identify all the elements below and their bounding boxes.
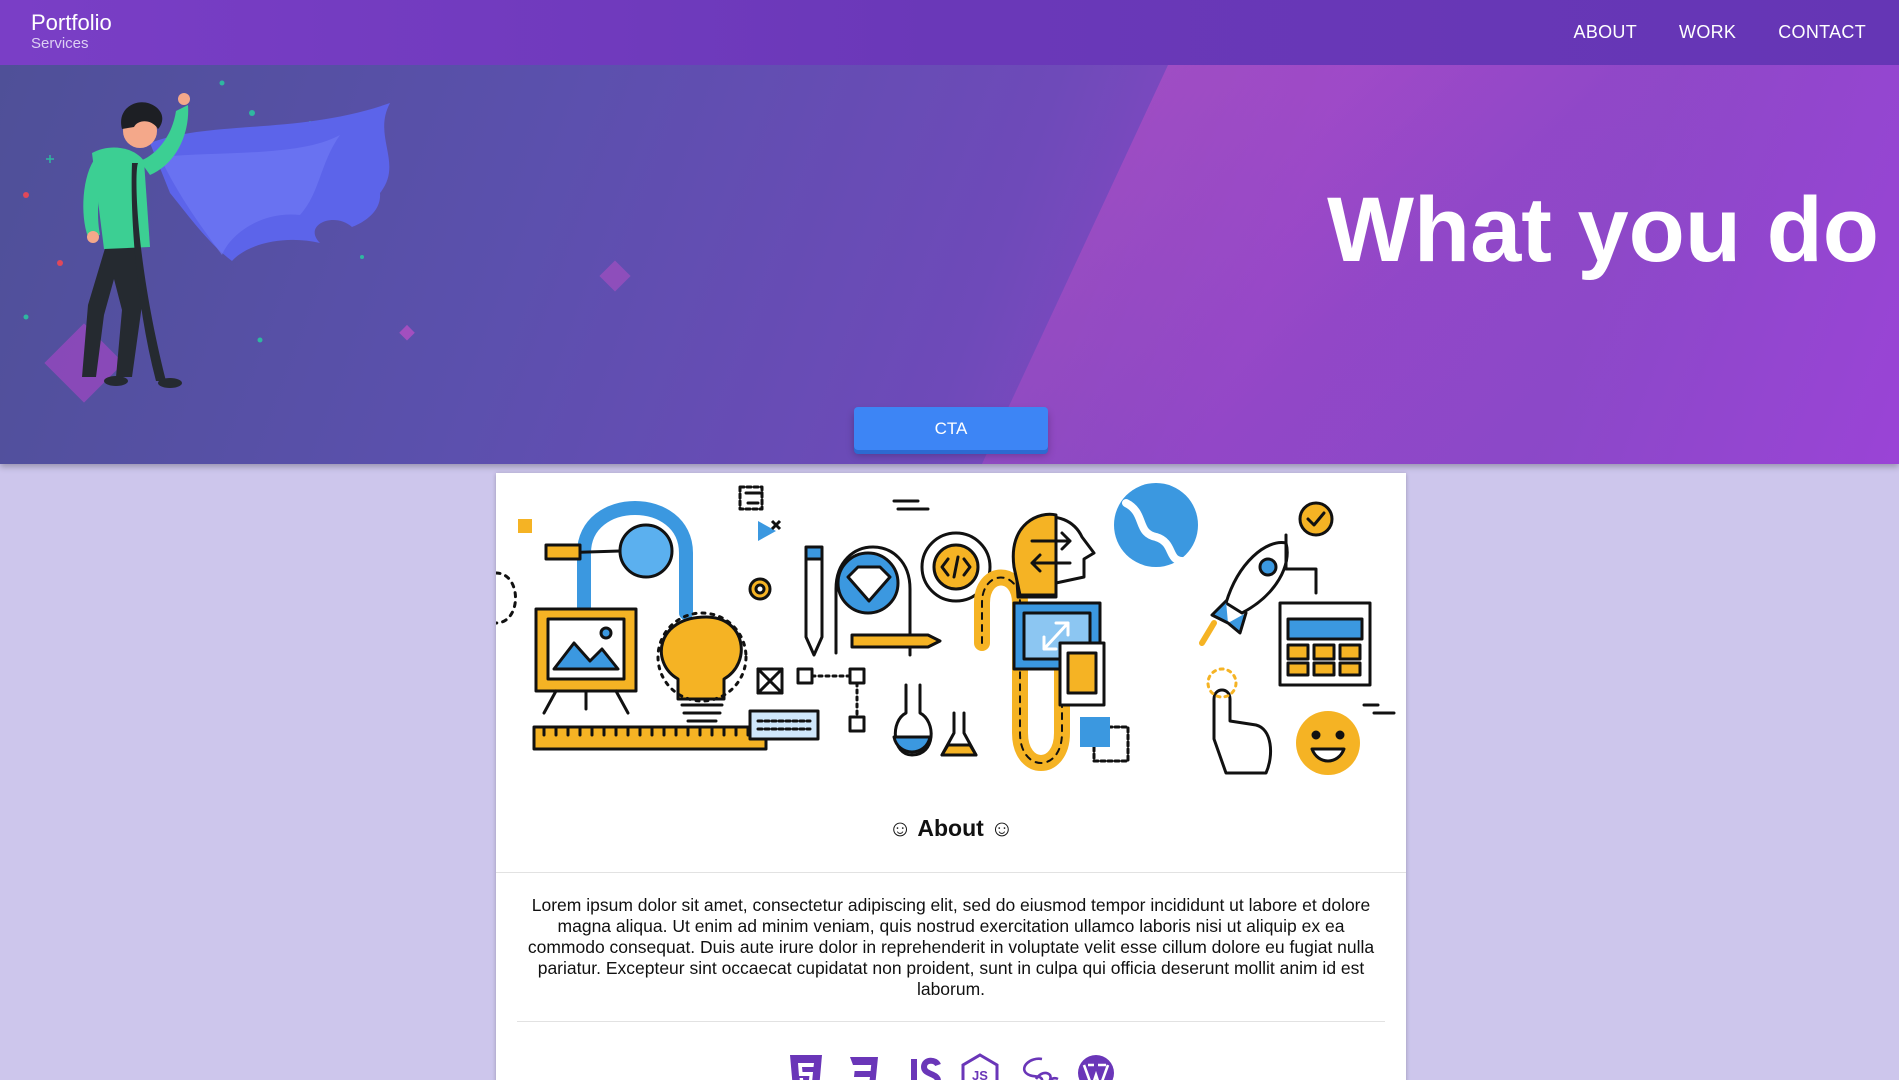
brand-subtitle: Services (31, 35, 89, 52)
javascript-icon (911, 1057, 941, 1080)
top-app-bar: Portfolio Services ABOUT WORK CONTACT (0, 0, 1899, 65)
cta-button[interactable]: CTA (854, 407, 1048, 450)
divider (496, 872, 1406, 873)
tech-icons-row: JS (496, 1053, 1406, 1080)
brand[interactable]: Portfolio Services (31, 11, 112, 53)
divider (517, 1021, 1385, 1022)
hero-with-cape-icon (23, 80, 415, 403)
nav-work-link[interactable]: WORK (1679, 22, 1736, 43)
main-nav: ABOUT WORK CONTACT (1574, 0, 1866, 65)
css3-icon (850, 1057, 878, 1080)
decor-diamond (599, 260, 631, 292)
about-card: ☺ About ☺ Lorem ipsum dolor sit amet, co… (496, 473, 1406, 1080)
hero-title: What you do (1327, 179, 1879, 281)
sass-icon (1022, 1057, 1059, 1080)
nav-about-link[interactable]: ABOUT (1574, 22, 1638, 43)
about-title: ☺ About ☺ (888, 815, 1014, 841)
wordpress-icon (1078, 1055, 1114, 1080)
svg-text:JS: JS (972, 1068, 988, 1080)
brand-title: Portfolio (31, 10, 112, 35)
html5-icon (790, 1055, 822, 1080)
web-development-line-art-icon (496, 483, 1396, 775)
about-body-text: Lorem ipsum dolor sit amet, consectetur … (527, 895, 1375, 999)
hero-banner: What you do CTA (0, 65, 1899, 464)
nodejs-icon: JS (961, 1053, 999, 1080)
nav-contact-link[interactable]: CONTACT (1778, 22, 1866, 43)
